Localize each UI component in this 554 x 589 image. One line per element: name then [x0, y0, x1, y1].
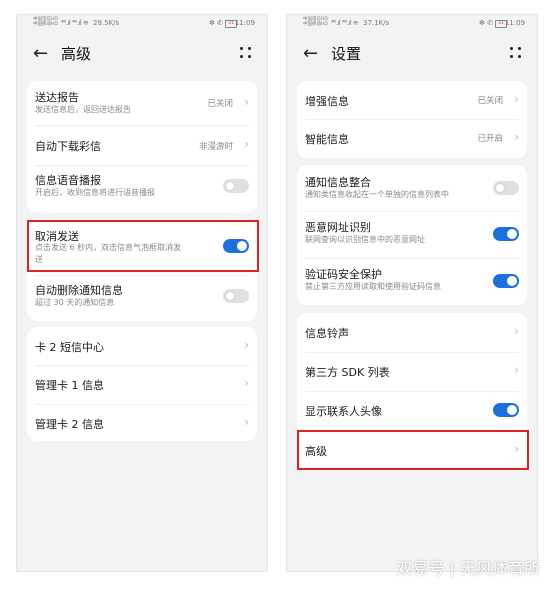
settings-card-2: 通知信息整合 通知类信息收起在一个单独的信息列表中 恶意网址识别 联网查询以识别…	[297, 165, 527, 305]
chevron-right-icon: ›	[514, 324, 519, 338]
row-label: 智能信息	[305, 133, 349, 146]
row-sub: 超过 30 天的通知信息	[35, 298, 115, 307]
row-label: 验证码安全保护	[305, 268, 382, 281]
bluetooth-alarm-icons: ✻ ✆	[209, 19, 223, 27]
chevron-right-icon: ›	[244, 376, 249, 390]
notification-merge-toggle[interactable]	[493, 181, 519, 195]
more-dots-icon[interactable]	[239, 46, 253, 60]
chevron-right-icon: ›	[514, 363, 519, 377]
toggle-knob	[225, 291, 235, 301]
signal-icon: ⁴⁶.ıl ⁴⁶.ıl ≋	[61, 19, 89, 27]
settings-card-3: 卡 2 短信中心 › 管理卡 1 信息 › 管理卡 2 信息 ›	[27, 327, 257, 441]
watermark: 双易号 | 无风体育所	[396, 559, 540, 578]
row-label: 自动下载彩信	[35, 140, 101, 153]
row-sub: 开启后，收到信息将进行语音播报	[35, 188, 155, 197]
row-label: 送达报告	[35, 91, 79, 104]
row-value: 已关闭	[207, 99, 233, 109]
bluetooth-alarm-icons: ✻ ✆	[479, 19, 493, 27]
network-speed: 29.5K/s	[93, 19, 120, 27]
app-header: ← 设置	[287, 37, 537, 73]
row-value: 已关闭	[477, 96, 503, 106]
chevron-right-icon: ›	[514, 130, 519, 144]
status-bar: 中国电信HD 中国移动HD ⁴⁶.ıl ⁴⁶.ıl ≋ 29.5K/s ✻ ✆ …	[17, 15, 267, 33]
row-label: 管理卡 1 信息	[35, 379, 104, 392]
signal-icon: ⁴⁶.ıl ⁴⁶.ıl ≋	[331, 19, 359, 27]
page-title: 高级	[61, 45, 92, 63]
chevron-right-icon: ›	[244, 415, 249, 429]
row-sub: 禁止第三方应用读取和使用验证码信息	[305, 282, 441, 291]
voice-broadcast-toggle[interactable]	[223, 179, 249, 193]
toggle-knob	[495, 183, 505, 193]
row-label: 信息语音播报	[35, 174, 101, 187]
toggle-knob	[225, 181, 235, 191]
show-avatar-toggle[interactable]	[493, 403, 519, 417]
left-screen: 中国电信HD 中国移动HD ⁴⁶.ıl ⁴⁶.ıl ≋ 29.5K/s ✻ ✆ …	[16, 14, 268, 572]
row-sub: 联网查询以识别信息中的恶意网址	[305, 235, 425, 244]
row-manage-card2[interactable]: 管理卡 2 信息 ›	[35, 404, 249, 441]
carrier-labels: 中国电信HD 中国移动HD	[33, 17, 58, 27]
row-ringtone[interactable]: 信息铃声 ›	[305, 313, 519, 353]
row-label: 自动删除通知信息	[35, 284, 123, 297]
row-notification-merge: 通知信息整合 通知类信息收起在一个单独的信息列表中	[305, 165, 519, 212]
clock: 11:09	[234, 19, 255, 27]
network-speed: 37.1K/s	[363, 19, 390, 27]
back-arrow-icon[interactable]: ←	[303, 45, 318, 63]
status-bar: 中国电信HD 中国移动HD ⁴⁶.ıl ⁴⁶.ıl ≋ 37.1K/s ✻ ✆ …	[287, 15, 537, 33]
app-header: ← 高级	[17, 37, 267, 73]
carrier-labels: 中国电信HD 中国移动HD	[303, 17, 328, 27]
row-label: 恶意网址识别	[305, 221, 371, 234]
row-value: 已开启	[477, 134, 503, 144]
malicious-url-toggle[interactable]	[493, 227, 519, 241]
row-third-party-sdk[interactable]: 第三方 SDK 列表 ›	[305, 352, 519, 392]
row-sub: 通知类信息收起在一个单独的信息列表中	[305, 190, 449, 199]
row-auto-delete-notifications: 自动删除通知信息 超过 30 天的通知信息	[35, 275, 249, 319]
row-label: 第三方 SDK 列表	[305, 366, 390, 379]
settings-card-1: 增强信息 已关闭 › 智能信息 已开启 ›	[297, 81, 527, 158]
row-label: 显示联系人头像	[305, 405, 382, 418]
chevron-right-icon: ›	[244, 95, 249, 109]
row-smart-messages[interactable]: 智能信息 已开启 ›	[305, 119, 519, 158]
row-label: 管理卡 2 信息	[35, 418, 104, 431]
row-value: 非漫游时	[198, 142, 233, 152]
back-arrow-icon[interactable]: ←	[33, 45, 48, 63]
row-label: 增强信息	[305, 95, 349, 108]
row-auto-download-mms[interactable]: 自动下载彩信 非漫游时 ›	[35, 125, 249, 166]
chevron-right-icon: ›	[244, 338, 249, 352]
row-verification-code: 验证码安全保护 禁止第三方应用读取和使用验证码信息	[305, 258, 519, 305]
more-dots-icon[interactable]	[509, 46, 523, 60]
highlight-cancel-send	[27, 220, 259, 272]
auto-delete-toggle[interactable]	[223, 289, 249, 303]
verification-code-toggle[interactable]	[493, 274, 519, 288]
toggle-knob	[507, 405, 517, 415]
toggle-knob	[507, 229, 517, 239]
carrier-2: 中国移动HD	[303, 22, 328, 27]
row-show-avatar: 显示联系人头像	[305, 391, 519, 431]
carrier-2: 中国移动HD	[33, 22, 58, 27]
highlight-advanced	[297, 430, 529, 470]
row-manage-card1[interactable]: 管理卡 1 信息 ›	[35, 365, 249, 405]
settings-card-1: 送达报告 发送信息后，返回送达报告 已关闭 › 自动下载彩信 非漫游时 › 信息…	[27, 81, 257, 213]
row-label: 通知信息整合	[305, 176, 371, 189]
row-card2-sms-center[interactable]: 卡 2 短信中心 ›	[35, 327, 249, 366]
row-malicious-url: 恶意网址识别 联网查询以识别信息中的恶意网址	[305, 211, 519, 259]
row-voice-broadcast: 信息语音播报 开启后，收到信息将进行语音播报	[35, 165, 249, 211]
row-delivery-report[interactable]: 送达报告 发送信息后，返回送达报告 已关闭 ›	[35, 81, 249, 126]
row-sub: 发送信息后，返回送达报告	[35, 105, 131, 114]
right-screen: 中国电信HD 中国移动HD ⁴⁶.ıl ⁴⁶.ıl ≋ 37.1K/s ✻ ✆ …	[286, 14, 538, 572]
chevron-right-icon: ›	[514, 92, 519, 106]
row-label: 卡 2 短信中心	[35, 341, 104, 354]
clock: 11:09	[504, 19, 525, 27]
row-enhanced-messages[interactable]: 增强信息 已关闭 ›	[305, 81, 519, 120]
toggle-knob	[507, 276, 517, 286]
row-label: 信息铃声	[305, 327, 349, 340]
page-title: 设置	[331, 45, 362, 63]
chevron-right-icon: ›	[244, 137, 249, 151]
